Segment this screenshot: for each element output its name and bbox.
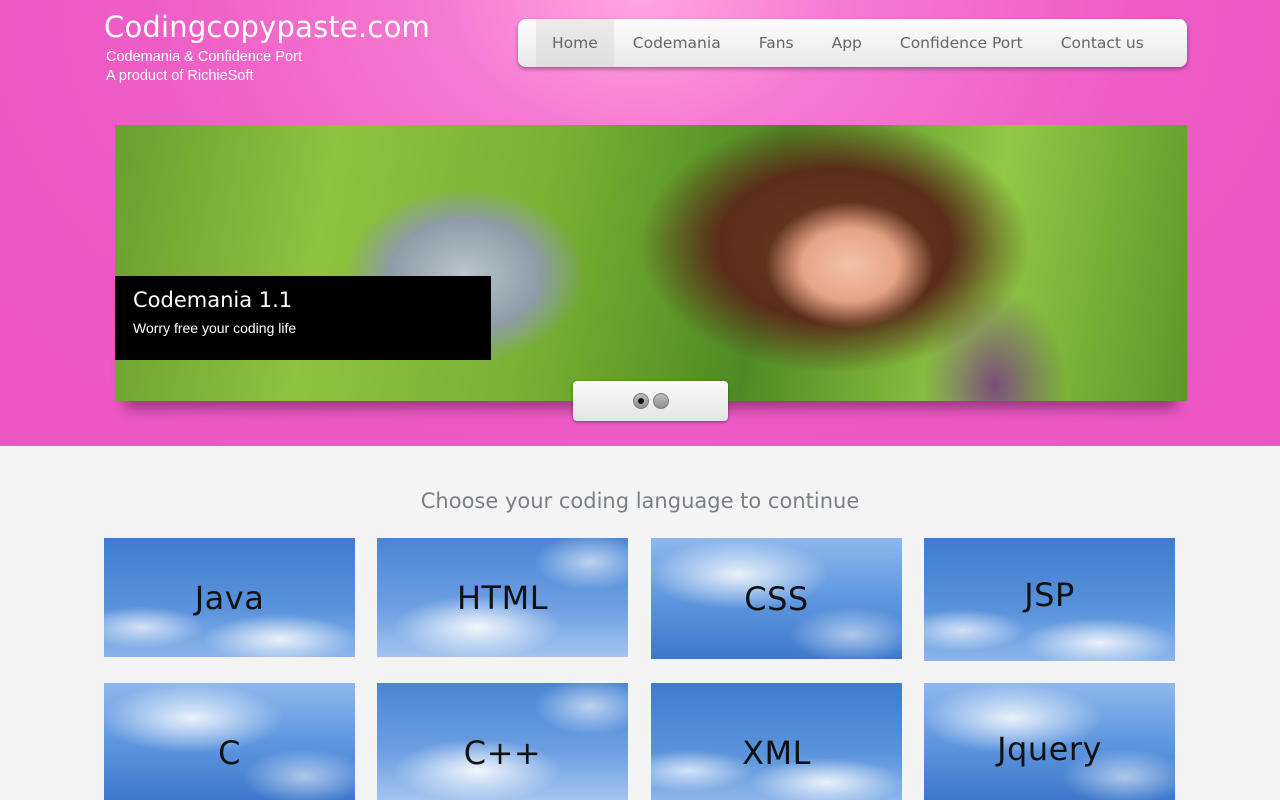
tile-label: Jquery (997, 729, 1102, 768)
tile-xml[interactable]: XML (651, 683, 902, 800)
nav-item-contact-us[interactable]: Contact us (1042, 19, 1163, 67)
tile-jsp[interactable]: JSP (924, 538, 1175, 661)
hero-slider[interactable]: Codemania 1.1 Worry free your coding lif… (115, 125, 1187, 401)
tile-java[interactable]: Java (104, 538, 355, 657)
nav-item-app[interactable]: App (813, 19, 881, 67)
nav-item-codemania[interactable]: Codemania (614, 19, 740, 67)
tile-html[interactable]: HTML (377, 538, 628, 657)
tile-label: HTML (456, 578, 549, 617)
caption-title: Codemania 1.1 (133, 288, 293, 312)
header: Codingcopypaste.com Codemania & Confiden… (0, 0, 1280, 446)
tile-css[interactable]: CSS (651, 538, 902, 659)
slider-pager (573, 381, 728, 421)
tile-jquery[interactable]: Jquery (924, 683, 1175, 800)
site-title[interactable]: Codingcopypaste.com (104, 10, 430, 44)
tile-label: C++ (463, 733, 542, 772)
tile-c[interactable]: C (104, 683, 355, 800)
main-nav: Home Codemania Fans App Confidence Port … (518, 19, 1187, 67)
tile-label: XML (742, 733, 811, 772)
tile-label: CSS (744, 579, 809, 618)
nav-item-fans[interactable]: Fans (740, 19, 813, 67)
slider-dot-1[interactable] (632, 393, 649, 409)
site-subtitle: Codemania & Confidence Port (106, 49, 302, 65)
brand: Codingcopypaste.com Codemania & Confiden… (104, 10, 430, 86)
caption-text: Worry free your coding life (133, 320, 297, 336)
section-title: Choose your coding language to continue (420, 489, 860, 513)
tile-label: Java (194, 578, 265, 617)
nav-item-home[interactable]: Home (536, 19, 614, 67)
tile-cpp[interactable]: C++ (377, 683, 628, 800)
tile-label: JSP (1024, 575, 1075, 614)
slide-caption: Codemania 1.1 Worry free your coding lif… (115, 276, 491, 360)
nav-item-confidence-port[interactable]: Confidence Port (881, 19, 1042, 67)
site-tagline: A product of RichieSoft (106, 68, 254, 84)
slider-dot-2[interactable] (652, 393, 669, 409)
tile-label: C (218, 733, 241, 772)
